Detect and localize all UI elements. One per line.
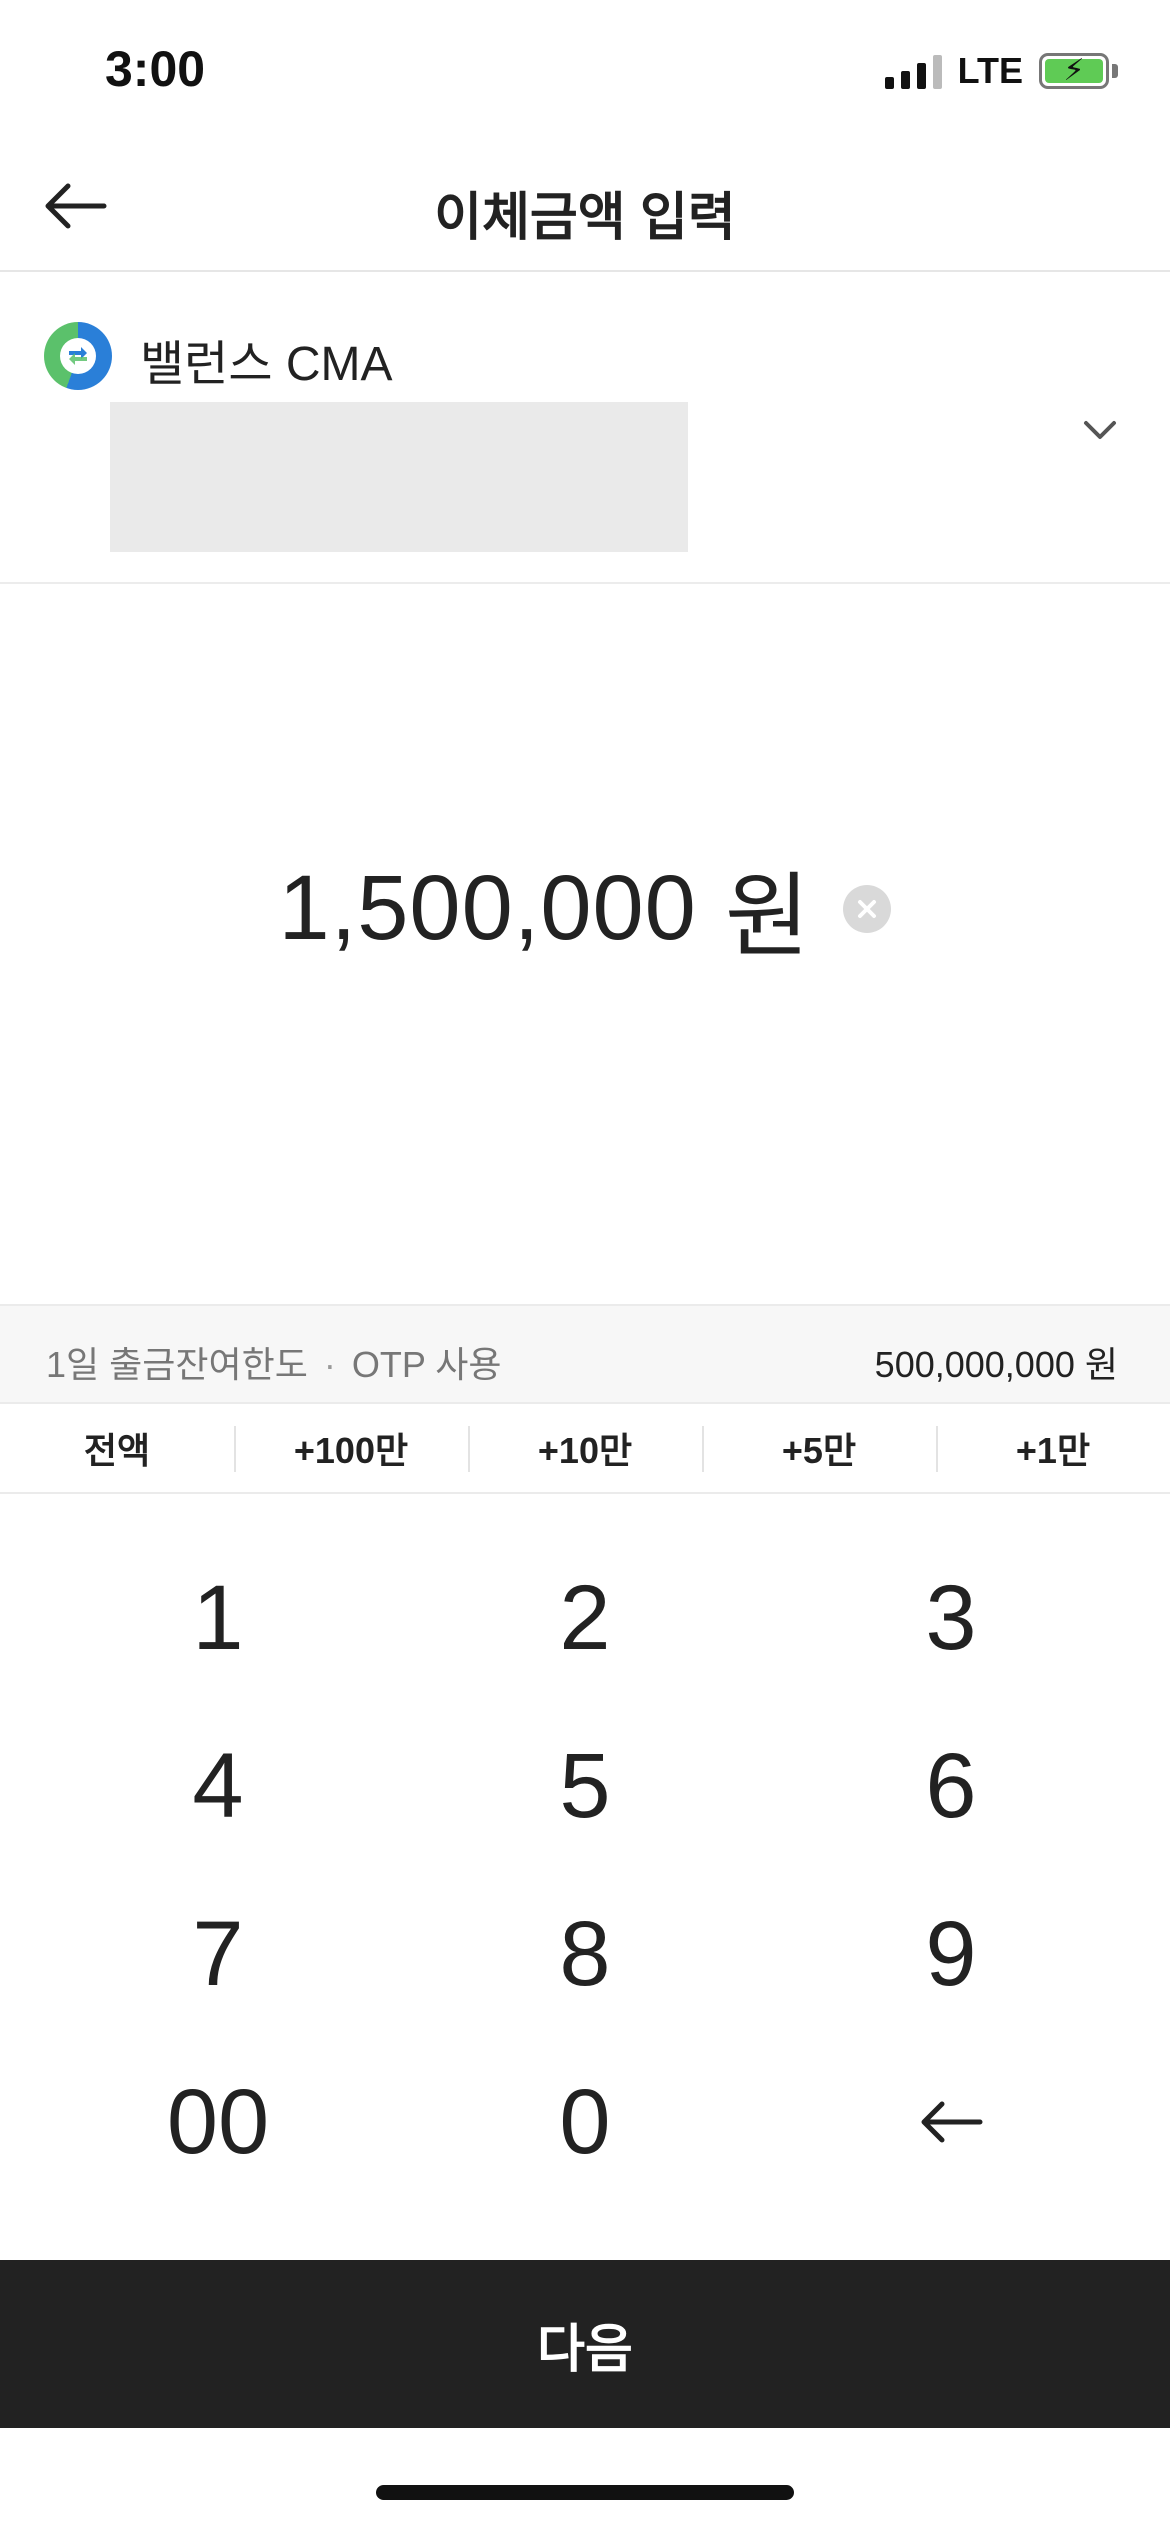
quick-add-5man-button[interactable]: +5만 — [702, 1404, 936, 1492]
status-bar: 3:00 LTE ⚡ — [0, 0, 1170, 140]
battery-charging-icon: ⚡ — [1039, 53, 1109, 89]
account-name: 밸런스 CMA — [140, 338, 393, 391]
quick-add-10man-button[interactable]: +10만 — [468, 1404, 702, 1492]
numeric-keypad: 1 2 3 4 5 6 7 8 9 00 0 — [0, 1494, 1170, 2260]
quick-add-100man-button[interactable]: +100만 — [234, 1404, 468, 1492]
key-1[interactable]: 1 — [35, 1534, 401, 1702]
status-indicators: LTE ⚡ — [884, 50, 1118, 92]
key-3[interactable]: 3 — [768, 1534, 1134, 1702]
masked-account-number — [110, 402, 688, 552]
key-9[interactable]: 9 — [768, 1870, 1134, 2038]
chevron-down-icon[interactable] — [1072, 402, 1128, 458]
amount-unit: 원 — [724, 866, 810, 968]
clear-icon[interactable] — [843, 884, 892, 933]
quick-add-all-button[interactable]: 전액 — [0, 1404, 234, 1492]
quick-add-1man-button[interactable]: +1만 — [936, 1404, 1170, 1492]
key-7[interactable]: 7 — [35, 1870, 401, 2038]
key-8[interactable]: 8 — [402, 1870, 768, 2038]
home-indicator[interactable] — [376, 2485, 794, 2500]
backspace-key[interactable] — [768, 2038, 1134, 2206]
amount-value: 1,500,000 — [278, 857, 697, 959]
backspace-arrow-icon — [921, 2101, 983, 2143]
quick-add-row: 전액 +100만 +10만 +5만 +1만 — [0, 1404, 1170, 1494]
separator-dot: · — [323, 1344, 336, 1385]
key-6[interactable]: 6 — [768, 1702, 1134, 1870]
account-selector[interactable]: 밸런스 CMA — [0, 272, 1170, 584]
limit-label-group: 1일 출금잔여한도 · OTP 사용 — [46, 1336, 501, 1388]
amount-display: 1,500,000 원 — [0, 584, 1170, 1304]
header: 이체금액 입력 — [0, 140, 1170, 272]
next-button[interactable]: 다음 — [0, 2260, 1170, 2428]
otp-label: OTP 사용 — [351, 1344, 502, 1385]
network-label: LTE — [957, 50, 1023, 91]
page-title: 이체금액 입력 — [434, 189, 736, 247]
key-4[interactable]: 4 — [35, 1702, 401, 1870]
key-5[interactable]: 5 — [402, 1702, 768, 1870]
key-2[interactable]: 2 — [402, 1534, 768, 1702]
withdrawal-limit-row: 1일 출금잔여한도 · OTP 사용 500,000,000 원 — [0, 1304, 1170, 1404]
limit-value: 500,000,000 원 — [874, 1344, 1118, 1385]
key-0[interactable]: 0 — [402, 2038, 768, 2206]
status-time: 3:00 — [105, 41, 206, 97]
limit-label: 1일 출금잔여한도 — [46, 1344, 308, 1385]
signal-bars-icon — [884, 53, 942, 89]
key-00[interactable]: 00 — [35, 2038, 401, 2206]
bank-logo-icon — [44, 322, 112, 390]
